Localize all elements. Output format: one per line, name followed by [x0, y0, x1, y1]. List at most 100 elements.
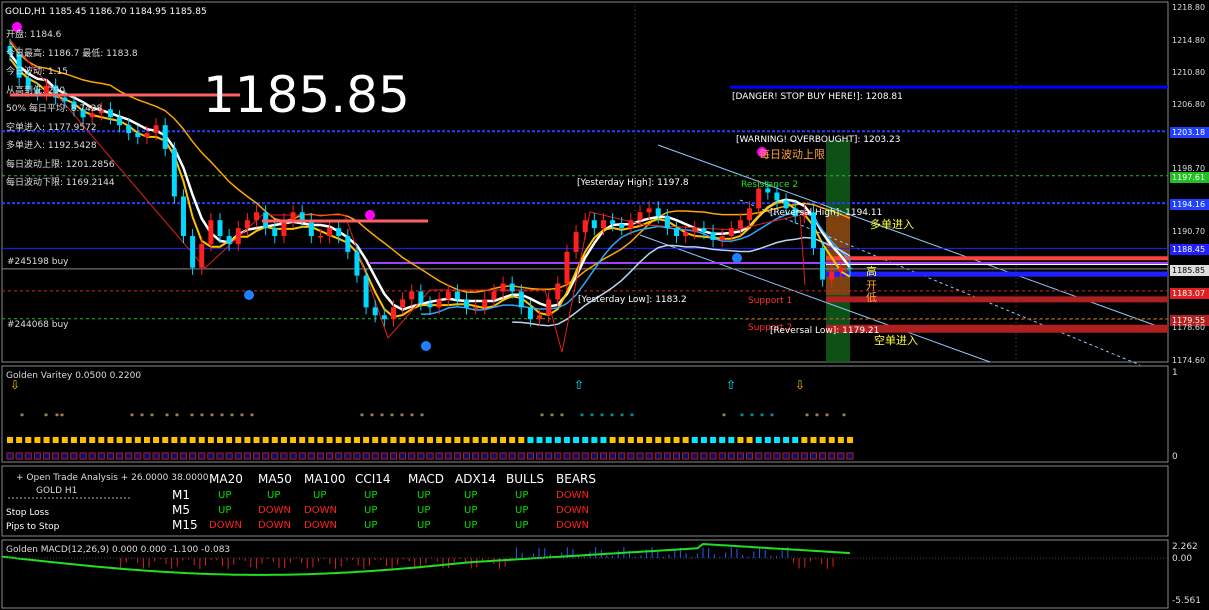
indicator-block [381, 437, 388, 443]
indicator-star: * [20, 412, 24, 421]
indicator-hist-fill [70, 453, 77, 459]
candle-body [454, 291, 460, 300]
table-column-header: MA20 [209, 472, 243, 486]
candle-body [445, 291, 451, 300]
indicator-hist-fill [627, 453, 634, 459]
candle-body [327, 228, 333, 237]
indicator-block [280, 437, 287, 443]
candle-body [847, 267, 853, 270]
indicator-hist-fill [700, 453, 707, 459]
indicator-star: * [560, 412, 564, 421]
indicator-arrow: ⇧ [726, 378, 736, 392]
indicator-hist-fill [764, 453, 771, 459]
candle-body [180, 196, 186, 237]
indicator-block [691, 437, 698, 443]
candle-body [281, 220, 287, 237]
indicator-hist-fill [16, 453, 23, 459]
indicator-block [89, 437, 96, 443]
info-line: 今日最高: 1186.7 最低: 1183.8 [6, 48, 138, 59]
indicator-block [226, 437, 233, 443]
indicator-block [326, 437, 333, 443]
candle-body [829, 271, 835, 280]
indicator-hist-fill [810, 453, 817, 459]
gao-label: 高 [866, 265, 877, 278]
indicator-block [490, 437, 497, 443]
candle-body [619, 224, 625, 229]
indicator1-axis-top: 1 [1172, 368, 1178, 378]
candle-body [162, 125, 168, 149]
indicator-block [518, 437, 525, 443]
support1-label: Support 1 [748, 296, 793, 306]
indicator-star: * [130, 412, 134, 421]
indicator-star: * [165, 412, 169, 421]
price-axis-label: 1178.60 [1172, 323, 1206, 332]
candle-body [509, 283, 515, 292]
candle-body [126, 125, 132, 134]
candle-body [756, 188, 762, 209]
candle-body [299, 212, 305, 221]
indicator-block [563, 437, 570, 443]
indicator-block [573, 437, 580, 443]
table-row-tf: M15 [172, 518, 198, 532]
price-axis-label: 1194.16 [1170, 199, 1209, 210]
indicator-hist-fill [755, 453, 762, 459]
indicator-star: * [220, 412, 224, 421]
symbol-line: GOLD,H1 1185.45 1186.70 1184.95 1185.85 [5, 7, 207, 17]
indicator-block [819, 437, 826, 443]
order1-label: #245198 buy [7, 257, 69, 267]
indicator-block [847, 437, 853, 443]
table-cell: DOWN [258, 505, 291, 516]
indicator-block [454, 437, 461, 443]
indicator-block [143, 437, 150, 443]
candle-body [244, 220, 250, 229]
indicator-block [253, 437, 260, 443]
candle-body [701, 228, 707, 233]
price-axis-label: 1203.18 [1170, 127, 1209, 138]
big-price: 1185.85 [203, 66, 410, 124]
reversal-high-label: [Reversal High]: 1194.11 [770, 208, 883, 218]
indicator-block [417, 437, 424, 443]
indicator-star: * [550, 412, 554, 421]
indicator-block [116, 437, 123, 443]
candle-body [336, 228, 342, 237]
indicator-hist-fill [198, 453, 205, 459]
indicator-star: * [760, 412, 764, 421]
indicator-hist-fill [828, 453, 835, 459]
indicator-hist-fill [518, 453, 525, 459]
indicator-block [335, 437, 342, 443]
candle-body [308, 220, 314, 237]
indicator-hist-fill [89, 453, 96, 459]
indicator-block [134, 437, 141, 443]
table-cell: DOWN [258, 520, 291, 531]
candle-body [737, 220, 743, 229]
candle-body [491, 291, 497, 300]
indicator-star: * [390, 412, 394, 421]
indicator-hist-fill [728, 453, 735, 459]
candle-body [655, 208, 661, 217]
indicator-star: * [420, 412, 424, 421]
indicator-star: * [750, 412, 754, 421]
candle-body [254, 212, 260, 221]
indicator1-title: Golden Varitey 0.0500 0.2200 [6, 371, 142, 381]
indicator-block [746, 437, 753, 443]
long-entry-label: 多单进入 [870, 218, 914, 231]
table-cell: UP [464, 505, 478, 516]
indicator-star: * [44, 412, 48, 421]
indicator-hist-fill [299, 453, 306, 459]
table-cell: UP [417, 520, 431, 531]
price-axis-label: 1214.80 [1172, 36, 1206, 45]
indicator-block [637, 437, 643, 443]
price-axis-label: 1197.61 [1170, 172, 1209, 183]
indicator-block [618, 437, 625, 443]
indicator-star: * [240, 412, 244, 421]
candle-body [573, 232, 579, 252]
candle-body [436, 299, 442, 308]
table-cell: UP [364, 490, 378, 501]
daily-upper-label: 每日波动上限 [759, 148, 825, 161]
indicator-hist-fill [308, 453, 315, 459]
indicator-block [700, 437, 707, 443]
candle-body [664, 216, 670, 229]
indicator-block [664, 437, 671, 443]
indicator-star: * [600, 412, 604, 421]
table-cell: UP [417, 490, 431, 501]
